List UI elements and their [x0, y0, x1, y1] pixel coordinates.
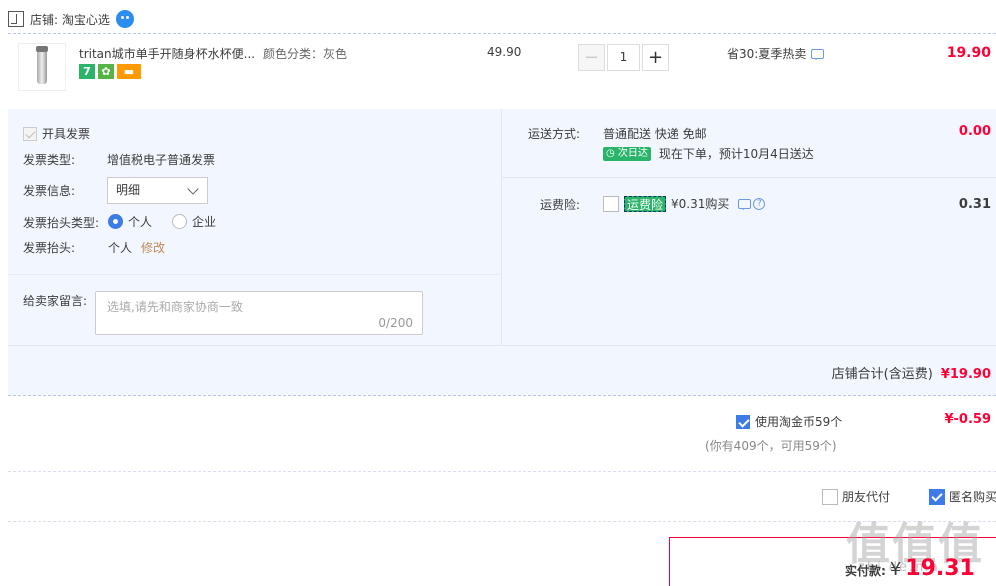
- invoice-type-value: 增值税电子普通发票: [107, 153, 216, 167]
- divider: [8, 345, 996, 346]
- invoice-modify-link[interactable]: 修改: [141, 239, 165, 256]
- service-badges: 7 ✿ ▬: [79, 64, 141, 79]
- payment-currency: ¥: [889, 559, 902, 580]
- invoice-header-label: 发票抬头:: [23, 241, 76, 255]
- divider: [8, 471, 996, 472]
- shipping-eta: 现在下单，预计10月4日送达: [658, 147, 814, 161]
- shop-total-label: 店铺合计(含运费): [831, 367, 933, 382]
- quantity-stepper: − 1 +: [578, 44, 669, 71]
- next-day-label: 次日达: [617, 147, 648, 159]
- friend-pay-option[interactable]: 朋友代付: [822, 488, 890, 505]
- insurance-checkbox[interactable]: [603, 195, 619, 212]
- anonymous-checkbox[interactable]: [929, 488, 945, 505]
- insurance-price: ¥0.31购买: [671, 197, 730, 211]
- help-icon[interactable]: ?: [753, 197, 766, 210]
- invoice-header-type-label: 发票抬头类型:: [23, 216, 100, 230]
- item-sku: 颜色分类：灰色: [263, 47, 348, 61]
- shop-icon: [8, 11, 24, 27]
- invoice-info-select[interactable]: 明细: [107, 177, 208, 204]
- credit-card-icon: ▬: [117, 64, 141, 79]
- divider: [501, 109, 502, 345]
- invoice-type-label: 发票类型:: [23, 153, 76, 167]
- radio-personal-label: 个人: [128, 215, 153, 229]
- message-char-count: 0/200: [378, 316, 413, 330]
- anonymous-label: 匿名购买: [949, 490, 996, 504]
- shop-total: 店铺合计(含运费) ¥19.90: [832, 363, 991, 382]
- shop-total-amount: ¥19.90: [940, 367, 991, 382]
- chevron-down-icon: [187, 183, 199, 195]
- wangwang-chat-icon[interactable]: [115, 10, 134, 28]
- seven-day-return-icon: 7: [79, 64, 95, 79]
- coin-checkbox[interactable]: [736, 414, 750, 429]
- insurance-info-icon[interactable]: [738, 198, 752, 210]
- radio-personal-circle[interactable]: [108, 214, 123, 229]
- quantity-minus-button[interactable]: −: [578, 44, 605, 71]
- shop-header: 店铺: 淘宝心选: [8, 8, 134, 30]
- message-label: 给卖家留言:: [23, 294, 88, 308]
- divider: [8, 274, 501, 275]
- invoice-toggle[interactable]: 开具发票: [23, 125, 90, 142]
- shipping-method: 普通配送 快递 免邮: [603, 127, 707, 141]
- message-placeholder: 选填,请先和商家协商一致: [107, 300, 243, 314]
- insurance-tag: 运费险: [624, 195, 667, 212]
- quantity-input[interactable]: 1: [607, 44, 640, 71]
- payment-total: 实付款: ¥ 19.31: [845, 556, 975, 581]
- coin-option[interactable]: 使用淘金币59个: [736, 413, 842, 430]
- quantity-plus-button[interactable]: +: [642, 44, 669, 71]
- invoice-info-label: 发票信息:: [23, 184, 76, 198]
- coin-discount: ¥-0.59: [944, 412, 991, 427]
- radio-company[interactable]: 企业: [172, 213, 216, 230]
- radio-personal[interactable]: 个人: [108, 213, 152, 230]
- radio-company-circle[interactable]: [172, 214, 187, 229]
- invoice-header-value: 个人: [108, 241, 133, 255]
- shipping-fee: 0.00: [958, 124, 991, 139]
- friend-pay-checkbox[interactable]: [822, 488, 838, 505]
- insurance-option[interactable]: 运费险 ¥0.31购买 ?: [603, 195, 766, 212]
- invoice-checkbox[interactable]: [23, 126, 37, 141]
- unit-price: 49.90: [487, 45, 522, 59]
- guarantee-icon: ✿: [98, 64, 114, 79]
- seller-message-input[interactable]: 选填,请先和商家协商一致 0/200: [95, 291, 423, 335]
- invoice-info-value: 明细: [116, 183, 141, 197]
- coin-label: 使用淘金币59个: [755, 415, 843, 429]
- shipping-label: 运送方式:: [528, 127, 581, 141]
- coin-note: (你有409个，可用59个): [705, 439, 837, 453]
- item-subtotal: 19.90: [946, 45, 991, 61]
- item-title[interactable]: tritan城市单手开随身杯水杯便...: [79, 45, 259, 62]
- payment-label: 实付款:: [845, 564, 886, 578]
- promotion-label: 省30:夏季热卖: [727, 47, 807, 61]
- promotion: 省30:夏季热卖: [727, 45, 825, 62]
- next-day-badge: ◷ 次日达: [603, 146, 651, 161]
- friend-pay-label: 朋友代付: [842, 490, 891, 504]
- item-thumbnail[interactable]: [18, 43, 66, 91]
- insurance-label: 运费险:: [540, 198, 581, 212]
- invoice-enable-label: 开具发票: [42, 127, 91, 141]
- payment-amount: 19.31: [905, 556, 975, 581]
- divider: [8, 33, 996, 34]
- radio-company-label: 企业: [192, 215, 217, 229]
- shipping-eta-row: ◷ 次日达 现在下单，预计10月4日送达: [603, 145, 814, 162]
- anonymous-option[interactable]: 匿名购买: [929, 488, 996, 505]
- promo-info-icon[interactable]: [811, 48, 825, 60]
- bottle-image: [36, 46, 48, 84]
- shop-name[interactable]: 店铺: 淘宝心选: [30, 11, 110, 28]
- insurance-amount: 0.31: [958, 197, 991, 212]
- divider: [502, 177, 996, 178]
